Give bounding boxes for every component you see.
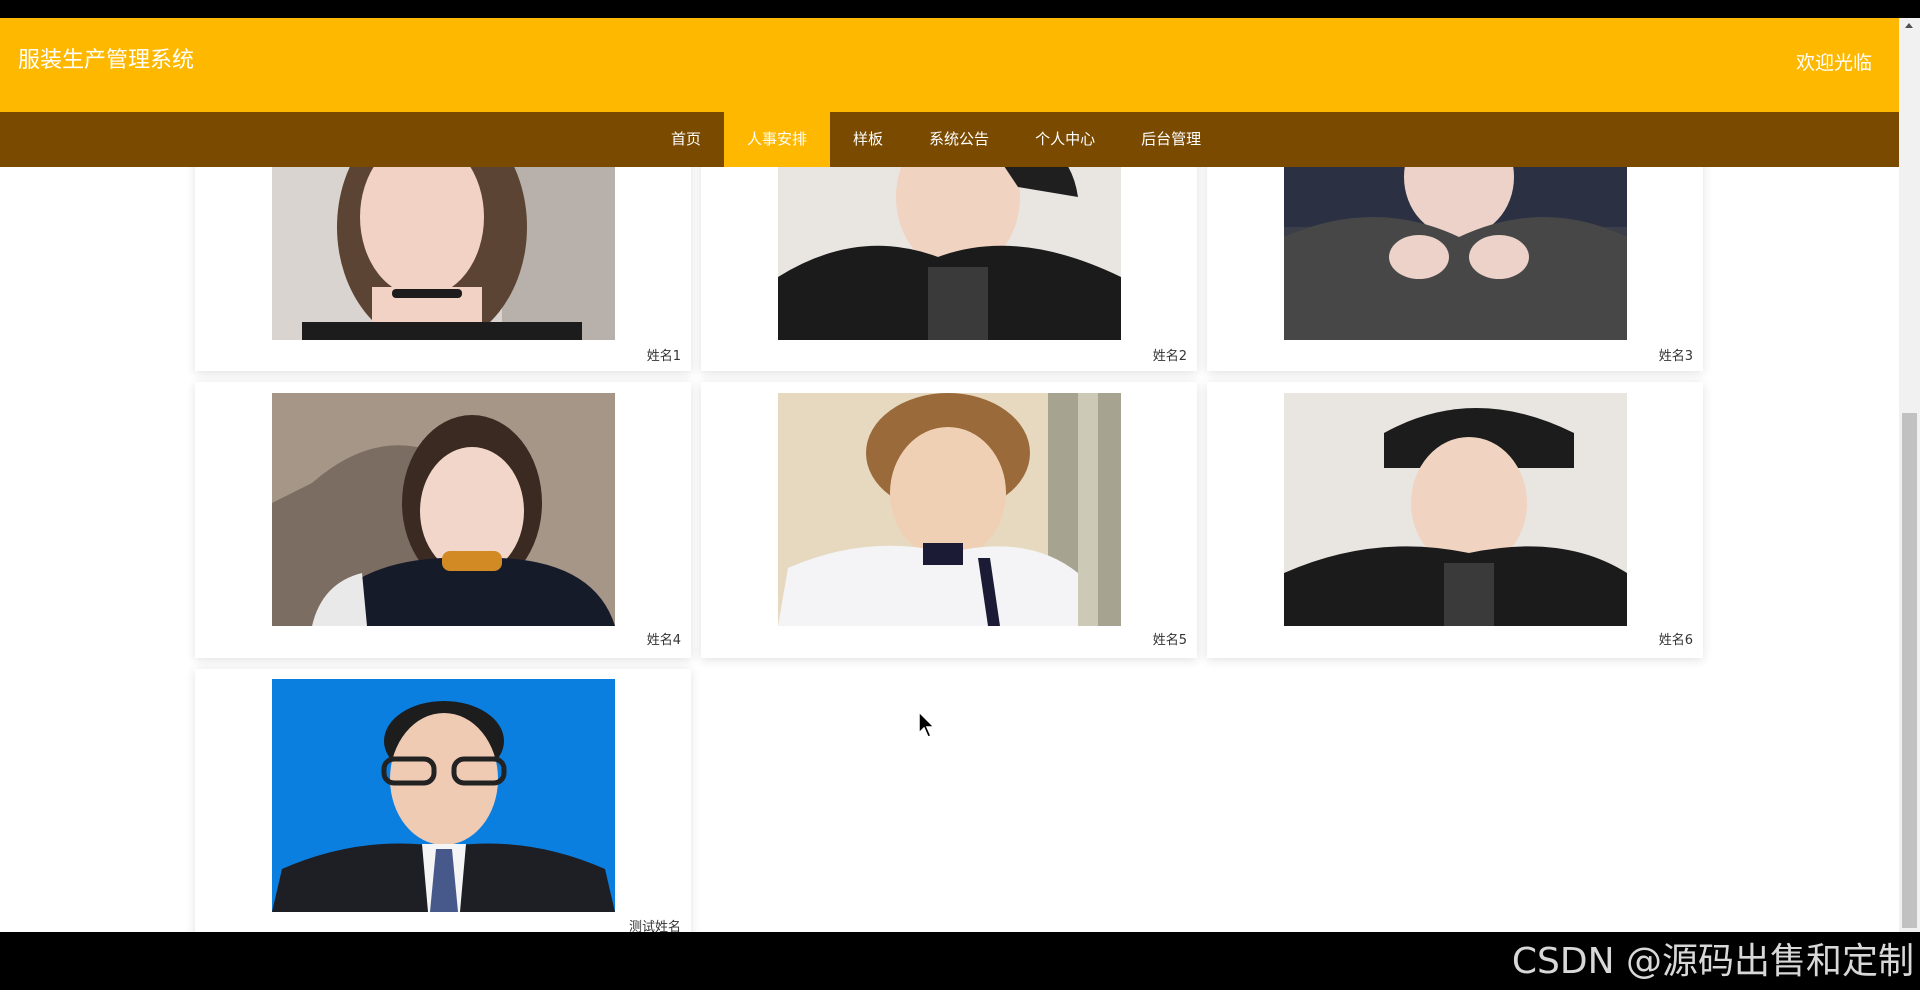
mouse-cursor-icon	[918, 711, 936, 738]
staff-name: 姓名6	[1658, 633, 1693, 648]
staff-photo[interactable]	[272, 167, 615, 340]
nav-item-personnel[interactable]: 人事安排	[724, 112, 831, 167]
nav-item-profile[interactable]: 个人中心	[1012, 112, 1118, 167]
nav-item-admin[interactable]: 后台管理	[1118, 112, 1224, 167]
nav-item-samples[interactable]: 样板	[830, 112, 906, 167]
scroll-up-arrow-icon[interactable]	[1905, 23, 1913, 28]
bottom-bar: CSDN @源码出售和定制	[0, 932, 1920, 990]
staff-card[interactable]: 测试姓名	[195, 669, 691, 932]
staff-card[interactable]: 姓名4	[195, 382, 691, 658]
staff-name: 姓名3	[1658, 349, 1693, 364]
vertical-scrollbar[interactable]	[1899, 18, 1920, 932]
staff-name: 姓名4	[646, 633, 681, 648]
staff-photo[interactable]	[1284, 393, 1627, 626]
staff-name: 姓名5	[1152, 633, 1187, 648]
staff-card[interactable]: 姓名6	[1207, 382, 1703, 658]
staff-name: 测试姓名	[628, 920, 681, 932]
welcome-text: 欢迎光临	[1795, 52, 1872, 74]
browser-viewport: 姓名1 姓名2 姓名3 姓名4 姓名5 姓名6 测试姓名 服装生产管理系统 欢迎…	[0, 18, 1899, 932]
staff-card[interactable]: 姓名1	[195, 167, 691, 371]
site-title[interactable]: 服装生产管理系统	[18, 46, 194, 76]
staff-card[interactable]: 姓名2	[701, 167, 1197, 371]
window-top-bar	[0, 0, 1920, 18]
staff-card[interactable]: 姓名5	[701, 382, 1197, 658]
watermark-text: CSDN @源码出售和定制	[1511, 941, 1914, 982]
staff-photo[interactable]	[1284, 167, 1627, 340]
staff-photo[interactable]	[778, 167, 1121, 340]
nav-item-announcements[interactable]: 系统公告	[906, 112, 1012, 167]
staff-name: 姓名1	[646, 349, 681, 364]
staff-photo[interactable]	[272, 679, 615, 912]
main-nav: 首页 人事安排 样板 系统公告 个人中心 后台管理	[0, 112, 1899, 167]
scrollbar-thumb[interactable]	[1902, 413, 1917, 928]
staff-photo[interactable]	[778, 393, 1121, 626]
site-header: 服装生产管理系统 欢迎光临	[0, 18, 1899, 112]
staff-photo[interactable]	[272, 393, 615, 626]
nav-item-home[interactable]: 首页	[648, 112, 724, 167]
staff-name: 姓名2	[1152, 349, 1187, 364]
staff-grid: 姓名1 姓名2 姓名3 姓名4 姓名5 姓名6 测试姓名	[0, 167, 1899, 932]
staff-card[interactable]: 姓名3	[1207, 167, 1703, 371]
